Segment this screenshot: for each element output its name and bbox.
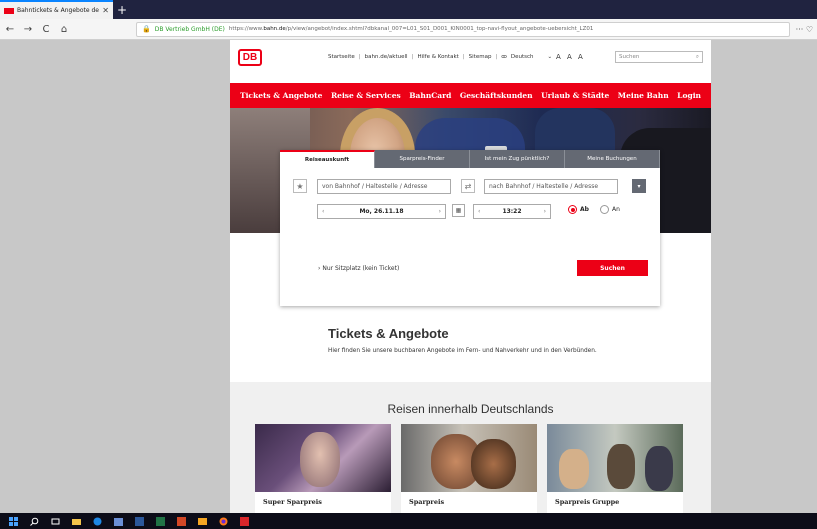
folder-icon[interactable] bbox=[197, 516, 207, 526]
search-icon[interactable]: ⌕ bbox=[696, 54, 699, 60]
app-icon[interactable] bbox=[239, 516, 249, 526]
nav-geschaeftskunden[interactable]: Geschäftskunden bbox=[460, 91, 533, 100]
home-icon[interactable]: ⌂ bbox=[58, 24, 70, 35]
windows-icon[interactable] bbox=[8, 516, 18, 526]
excel-icon[interactable] bbox=[155, 516, 165, 526]
chevron-down-icon[interactable]: ⌄ bbox=[548, 54, 553, 60]
time-prev-icon[interactable]: ‹ bbox=[478, 208, 480, 215]
language-selector[interactable]: Deutsch bbox=[511, 54, 534, 60]
offer-label: Sparpreis Gruppe bbox=[555, 498, 620, 506]
page-title: Tickets & Angebote bbox=[328, 326, 449, 341]
offer-label: Sparpreis bbox=[409, 498, 445, 506]
tab-title: Bahntickets & Angebote der D bbox=[17, 7, 100, 14]
tab-sparpreis-finder[interactable]: Sparpreis-Finder bbox=[375, 150, 470, 168]
separator: | bbox=[358, 54, 361, 60]
browser-menu-icon[interactable]: ··· ♡ bbox=[796, 25, 813, 34]
font-size-controls[interactable]: A A A bbox=[556, 53, 585, 61]
offer-card-sparpreis[interactable]: Sparpreis bbox=[401, 424, 537, 513]
time-stepper[interactable]: ‹ 13:22 › bbox=[473, 204, 551, 219]
tab-zug-puenktlich[interactable]: Ist mein Zug pünktlich? bbox=[470, 150, 565, 168]
main-navigation: Tickets & Angebote Reise & Services Bahn… bbox=[230, 83, 711, 108]
forward-icon[interactable]: → bbox=[22, 24, 34, 35]
separator: | bbox=[495, 54, 498, 60]
search-icon[interactable] bbox=[29, 516, 39, 526]
offer-image bbox=[255, 424, 391, 492]
windows-taskbar bbox=[0, 513, 817, 529]
db-header: DB Startseite | bahn.de/aktuell | Hilfe … bbox=[230, 40, 711, 83]
swap-icon[interactable]: ⇄ bbox=[461, 179, 475, 193]
toplink-startseite[interactable]: Startseite bbox=[328, 54, 355, 60]
offer-image bbox=[547, 424, 683, 492]
toplink-sitemap[interactable]: Sitemap bbox=[469, 54, 492, 60]
date-prev-icon[interactable]: ‹ bbox=[322, 208, 324, 215]
offer-cards: Super Sparpreis Sparpreis Sparpreis Grup… bbox=[255, 424, 683, 513]
lock-icon: 🔒 bbox=[142, 25, 151, 33]
file-explorer-icon[interactable] bbox=[71, 516, 81, 526]
db-favicon-icon bbox=[4, 7, 14, 14]
powerpoint-icon[interactable] bbox=[176, 516, 186, 526]
separator: | bbox=[462, 54, 465, 60]
search-button[interactable]: Suchen bbox=[577, 260, 648, 276]
calendar-icon[interactable]: ▦ bbox=[452, 204, 465, 217]
offer-card-super-sparpreis[interactable]: Super Sparpreis bbox=[255, 424, 391, 513]
firefox-icon[interactable] bbox=[218, 516, 228, 526]
back-icon[interactable]: ← bbox=[4, 24, 16, 35]
tab-close-icon[interactable]: ✕ bbox=[102, 6, 109, 15]
tab-reiseauskunft[interactable]: Reiseauskunft bbox=[280, 150, 375, 168]
browser-tab[interactable]: Bahntickets & Angebote der D ✕ bbox=[0, 0, 113, 19]
separator: | bbox=[411, 54, 414, 60]
browser-nav-bar: ← → C ⌂ 🔒 DB Vertrieb GmbH (DE) https://… bbox=[0, 19, 817, 40]
toplink-aktuell[interactable]: bahn.de/aktuell bbox=[365, 54, 408, 60]
nav-tickets-angebote[interactable]: Tickets & Angebote bbox=[240, 91, 322, 100]
section-title: Reisen innerhalb Deutschlands bbox=[387, 402, 554, 416]
url-text: https://www.bahn.de/p/view/angebot/index… bbox=[228, 26, 594, 32]
date-stepper[interactable]: ‹ Mo, 26.11.18 › bbox=[317, 204, 446, 219]
edge-icon[interactable] bbox=[92, 516, 102, 526]
page-intro-text: Hier finden Sie unsere buchbaren Angebot… bbox=[328, 348, 597, 354]
word-icon[interactable] bbox=[134, 516, 144, 526]
to-station-input[interactable]: nach Bahnhof / Haltestelle / Adresse bbox=[484, 179, 618, 194]
db-logo[interactable]: DB bbox=[238, 49, 262, 66]
toplink-hilfe[interactable]: Hilfe & Kontakt bbox=[417, 54, 458, 60]
language-icon: ꝏ bbox=[501, 54, 507, 60]
chevron-down-icon[interactable]: ▾ bbox=[632, 179, 646, 193]
date-next-icon[interactable]: › bbox=[439, 208, 441, 215]
top-links: Startseite | bahn.de/aktuell | Hilfe & K… bbox=[328, 54, 552, 60]
nav-meine-bahn[interactable]: Meine Bahn bbox=[618, 91, 669, 100]
time-value: 13:22 bbox=[502, 208, 522, 215]
reload-icon[interactable]: C bbox=[40, 24, 52, 35]
nav-bahncard[interactable]: BahnCard bbox=[409, 91, 451, 100]
tab-meine-buchungen[interactable]: Meine Buchungen bbox=[565, 150, 660, 168]
booking-tabs: Reiseauskunft Sparpreis-Finder Ist mein … bbox=[280, 150, 660, 168]
site-search-input[interactable]: Suchen ⌕ bbox=[615, 51, 703, 63]
offer-image bbox=[401, 424, 537, 492]
from-station-input[interactable]: von Bahnhof / Haltestelle / Adresse bbox=[317, 179, 451, 194]
time-next-icon[interactable]: › bbox=[544, 208, 546, 215]
offer-card-sparpreis-gruppe[interactable]: Sparpreis Gruppe bbox=[547, 424, 683, 513]
address-bar[interactable]: 🔒 DB Vertrieb GmbH (DE) https://www.bahn… bbox=[136, 21, 790, 37]
offer-label: Super Sparpreis bbox=[263, 498, 322, 506]
seat-only-link[interactable]: › Nur Sitzplatz (kein Ticket) bbox=[318, 265, 399, 272]
nav-urlaub-staedte[interactable]: Urlaub & Städte bbox=[541, 91, 609, 100]
booking-widget: Reiseauskunft Sparpreis-Finder Ist mein … bbox=[280, 150, 660, 306]
site-identity[interactable]: DB Vertrieb GmbH (DE) bbox=[155, 26, 225, 33]
task-view-icon[interactable] bbox=[50, 516, 60, 526]
favorite-star-icon[interactable]: ★ bbox=[293, 179, 307, 193]
radio-ab[interactable]: Ab bbox=[568, 205, 589, 214]
date-value: Mo, 26.11.18 bbox=[359, 208, 404, 215]
store-icon[interactable] bbox=[113, 516, 123, 526]
booking-form: ★ von Bahnhof / Haltestelle / Adresse ⇄ … bbox=[280, 168, 660, 306]
radio-an[interactable]: An bbox=[600, 205, 620, 214]
new-tab-button[interactable]: + bbox=[113, 0, 131, 19]
browser-tab-bar: Bahntickets & Angebote der D ✕ + bbox=[0, 0, 817, 19]
nav-reise-services[interactable]: Reise & Services bbox=[331, 91, 401, 100]
chevron-right-icon: › bbox=[318, 265, 321, 272]
nav-login[interactable]: Login bbox=[677, 91, 701, 100]
